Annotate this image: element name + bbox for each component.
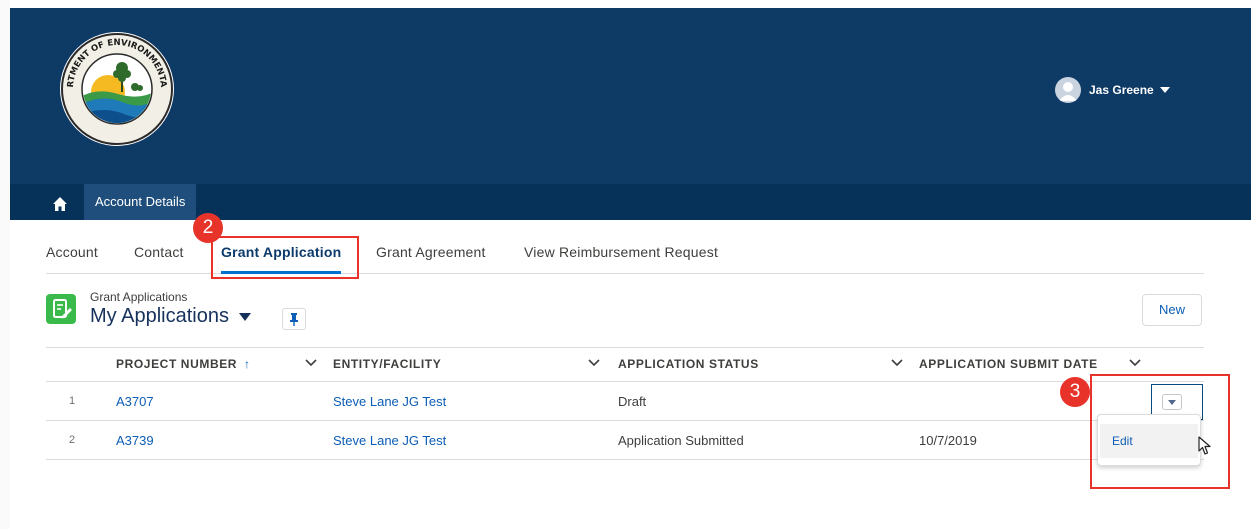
sort-ascending-icon: ↑ (244, 357, 251, 371)
callout-step-3: 3 (1060, 377, 1090, 407)
list-view-title: My Applications (90, 305, 229, 327)
site-header: FLORIDA DEPARTMENT OF ENVIRONMENTAL PROT… (10, 8, 1251, 184)
project-number-link[interactable]: A3707 (116, 382, 154, 421)
mouse-cursor-icon (1198, 436, 1211, 455)
application-status: Draft (618, 394, 647, 409)
user-avatar-icon (1055, 77, 1081, 103)
chevron-down-icon[interactable] (587, 356, 601, 370)
chevron-down-icon[interactable] (890, 356, 904, 370)
pin-list-button[interactable] (282, 308, 306, 330)
row-number: 2 (69, 434, 76, 446)
project-number-link[interactable]: A3739 (116, 421, 154, 460)
row-number: 1 (69, 395, 76, 407)
list-view-header: Grant Applications My Applications New (46, 290, 1204, 340)
entity-facility-link[interactable]: Steve Lane JG Test (333, 382, 446, 421)
user-menu[interactable]: Jas Greene (1055, 76, 1170, 104)
user-name: Jas Greene (1089, 83, 1154, 97)
column-header-project-number[interactable]: PROJECT NUMBER ↑ (116, 348, 251, 381)
column-header-application-submit-date[interactable]: APPLICATION SUBMIT DATE (919, 348, 1098, 381)
table-row: 1 A3707 Steve Lane JG Test Draft (46, 382, 1204, 421)
chevron-down-icon[interactable] (304, 356, 318, 370)
tab-contact[interactable]: Contact (134, 242, 184, 274)
applications-table: PROJECT NUMBER ↑ ENTITY/FACILITY APPLICA… (46, 347, 1204, 460)
tab-view-reimbursement-request[interactable]: View Reimbursement Request (524, 242, 718, 274)
application-submit-date: 10/7/2019 (919, 433, 977, 448)
table-row: 2 A3739 Steve Lane JG Test Application S… (46, 421, 1204, 460)
highlight-box-grant-application (211, 236, 359, 279)
list-object-label: Grant Applications (90, 290, 188, 304)
fdep-logo: FLORIDA DEPARTMENT OF ENVIRONMENTAL PROT… (58, 30, 174, 146)
nav-bar: Account Details (10, 184, 1251, 220)
callout-step-2: 2 (193, 213, 223, 243)
home-icon[interactable] (52, 196, 68, 212)
caret-down-icon (238, 312, 251, 321)
tab-grant-agreement[interactable]: Grant Agreement (376, 242, 486, 274)
table-header: PROJECT NUMBER ↑ ENTITY/FACILITY APPLICA… (46, 347, 1204, 382)
list-view-selector[interactable]: My Applications (90, 305, 251, 328)
nav-tab-account-details[interactable]: Account Details (84, 184, 197, 220)
tab-account[interactable]: Account (46, 242, 98, 274)
page-gutter (0, 0, 10, 529)
pin-icon (290, 313, 298, 326)
column-header-application-status[interactable]: APPLICATION STATUS (618, 348, 759, 381)
new-button[interactable]: New (1142, 294, 1202, 326)
caret-down-icon (1159, 87, 1170, 93)
grant-application-icon (46, 294, 76, 324)
application-status: Application Submitted (618, 433, 744, 448)
chevron-down-icon[interactable] (1128, 356, 1142, 370)
highlight-box-row-actions (1090, 374, 1230, 489)
entity-facility-link[interactable]: Steve Lane JG Test (333, 421, 446, 460)
column-header-entity-facility[interactable]: ENTITY/FACILITY (333, 348, 441, 381)
